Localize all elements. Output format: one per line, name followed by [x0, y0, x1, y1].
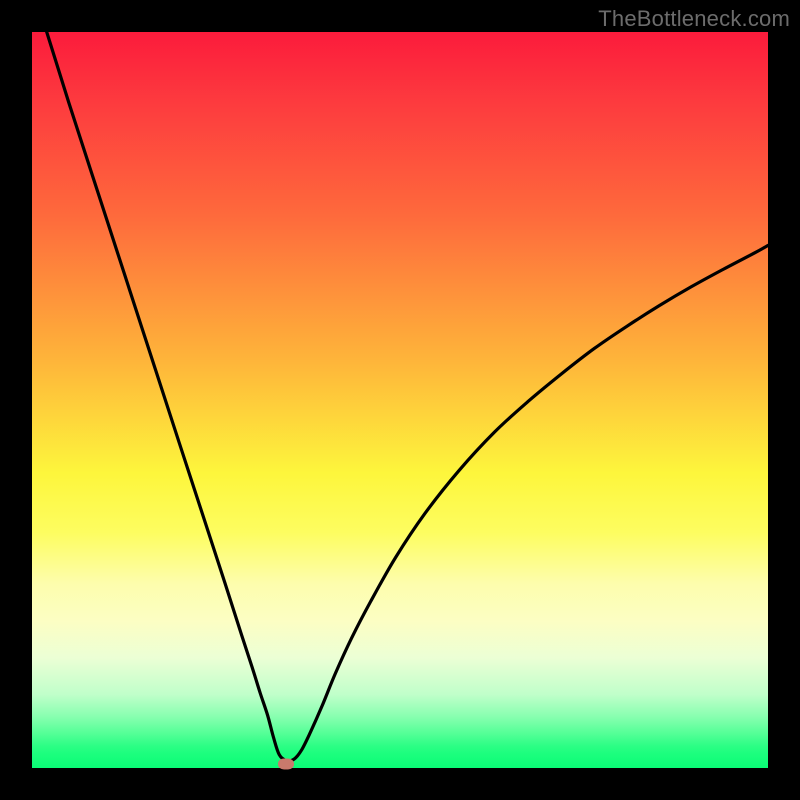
plot-area	[32, 32, 768, 768]
chart-frame: TheBottleneck.com	[0, 0, 800, 800]
watermark-text: TheBottleneck.com	[598, 6, 790, 32]
bottleneck-curve	[32, 32, 768, 768]
optimum-marker	[278, 758, 294, 769]
curve-path	[47, 32, 768, 761]
